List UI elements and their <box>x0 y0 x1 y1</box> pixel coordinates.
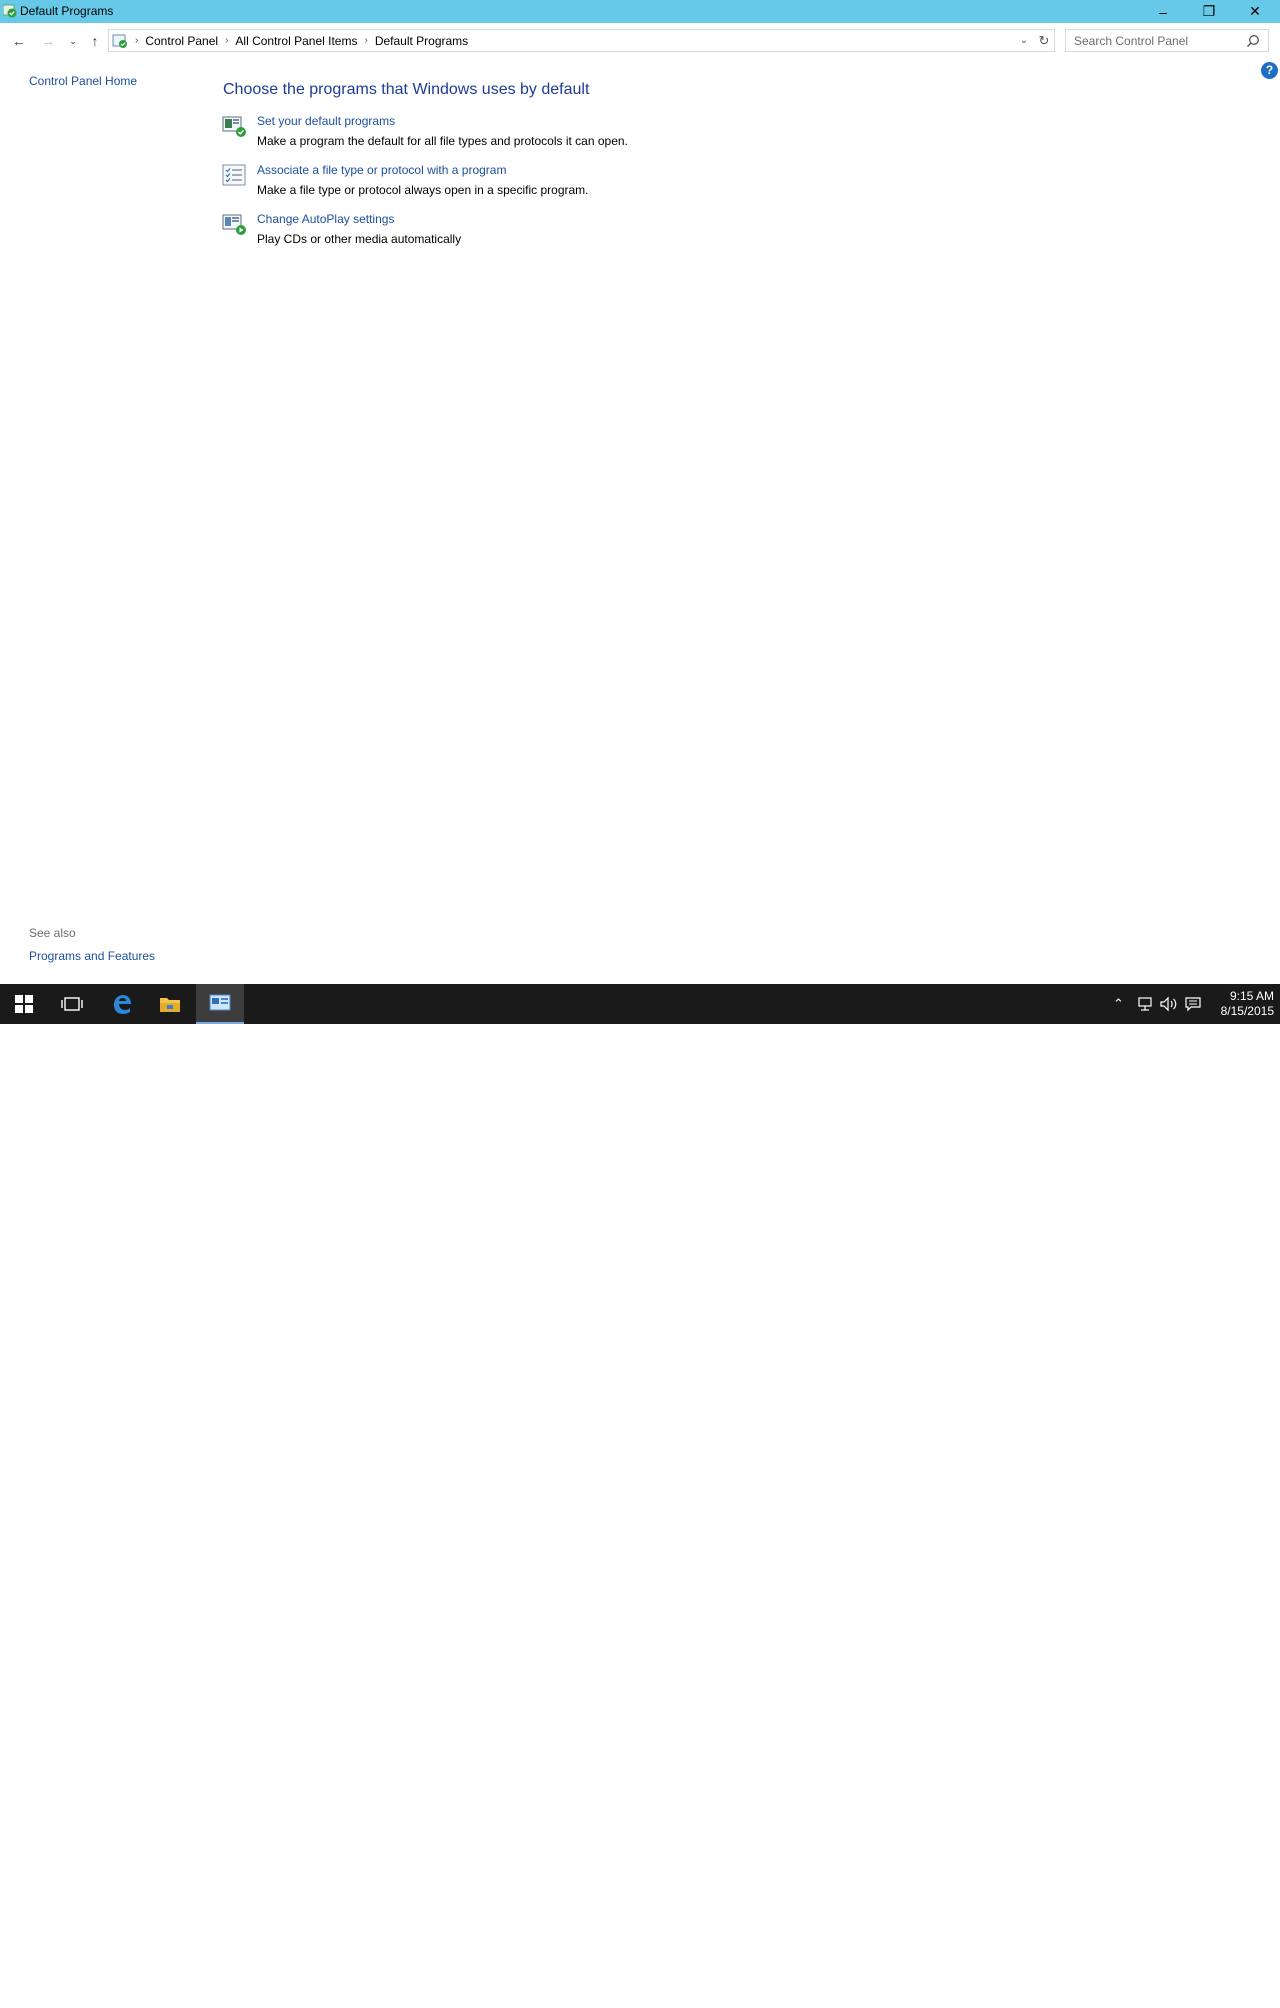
associate-file-type-description: Make a file type or protocol always open… <box>257 183 589 197</box>
change-autoplay-link[interactable]: Change AutoPlay settings <box>257 212 394 226</box>
back-button[interactable]: ← <box>9 31 29 51</box>
action-center-icon <box>1185 997 1201 1012</box>
breadcrumb-separator: › <box>364 35 368 46</box>
window-title: Default Programs <box>20 4 114 18</box>
start-button[interactable] <box>0 984 48 1024</box>
close-button[interactable]: ✕ <box>1232 0 1278 23</box>
search-input[interactable] <box>1074 30 1244 51</box>
breadcrumb-all-control-panel-items[interactable]: All Control Panel Items <box>235 34 357 48</box>
file-association-icon <box>222 164 246 186</box>
control-panel-taskbar-button[interactable] <box>196 984 244 1024</box>
volume-tray[interactable] <box>1160 984 1178 1024</box>
default-programs-app-icon <box>3 4 17 18</box>
restore-button[interactable]: ❐ <box>1186 0 1232 23</box>
watermark-text: The Collection Book <box>1090 1977 1252 1998</box>
help-icon[interactable]: ? <box>1261 62 1278 79</box>
up-button[interactable]: ↑ <box>85 31 105 51</box>
chevron-down-icon: ⌄ <box>69 35 77 46</box>
autoplay-icon <box>222 214 246 235</box>
start-icon <box>15 995 33 1013</box>
see-also-label: See also <box>29 926 76 940</box>
associate-file-type-link[interactable]: Associate a file type or protocol with a… <box>257 163 506 177</box>
task-view-icon <box>61 997 83 1011</box>
breadcrumb-separator: › <box>225 35 229 46</box>
edge-button[interactable] <box>98 984 146 1024</box>
task-view-button[interactable] <box>48 984 96 1024</box>
navigation-toolbar: ← → ⌄ ↑ › Control Panel › All Control Pa… <box>0 23 1280 58</box>
forward-button[interactable]: → <box>38 31 58 51</box>
control-panel-home-link[interactable]: Control Panel Home <box>29 74 137 88</box>
action-center-tray[interactable] <box>1185 984 1201 1024</box>
change-autoplay-description: Play CDs or other media automatically <box>257 232 462 246</box>
address-bar[interactable]: › Control Panel › All Control Panel Item… <box>108 29 1055 52</box>
clock-date: 8/15/2015 <box>1220 1004 1274 1018</box>
minimize-button[interactable]: – <box>1140 0 1186 23</box>
address-history-dropdown-icon[interactable]: ⌄ <box>1014 35 1034 46</box>
refresh-icon[interactable]: ↻ <box>1034 33 1054 49</box>
set-default-programs-description: Make a program the default for all file … <box>257 134 628 148</box>
taskbar: The Collection Book ⌃ 9:15 AM 8/15/2015 <box>0 984 1280 2007</box>
network-icon <box>1138 997 1152 1011</box>
recent-locations-button[interactable]: ⌄ <box>63 31 83 51</box>
file-explorer-icon <box>160 998 180 1012</box>
control-panel-location-icon <box>112 34 127 48</box>
volume-icon <box>1160 996 1177 1012</box>
page-title: Choose the programs that Windows uses by… <box>223 81 590 98</box>
show-hidden-icons-button[interactable]: ⌃ <box>1113 984 1124 1024</box>
network-tray[interactable] <box>1137 984 1153 1024</box>
edge-icon <box>114 995 131 1014</box>
chevron-up-icon: ⌃ <box>1113 996 1124 1011</box>
default-programs-icon <box>222 116 246 137</box>
close-icon: ✕ <box>1249 3 1261 19</box>
set-default-programs-link[interactable]: Set your default programs <box>257 114 395 128</box>
watermark: The Collection Book <box>1030 1968 1251 2008</box>
system-clock[interactable]: 9:15 AM 8/15/2015 <box>1208 989 1274 1019</box>
task-set-default-programs: Set your default programs Make a program… <box>222 114 822 154</box>
task-associate-file-type: Associate a file type or protocol with a… <box>222 163 822 203</box>
breadcrumb-default-programs[interactable]: Default Programs <box>375 34 468 48</box>
breadcrumb-separator: › <box>135 35 139 46</box>
search-box[interactable] <box>1065 29 1269 52</box>
search-icon[interactable] <box>1246 34 1260 48</box>
book-icon <box>1031 1977 1079 2007</box>
forward-arrow-icon: → <box>41 33 55 49</box>
restore-icon: ❐ <box>1202 3 1216 19</box>
task-change-autoplay: Change AutoPlay settings Play CDs or oth… <box>222 212 822 252</box>
minimize-icon: – <box>1159 3 1167 20</box>
clock-time: 9:15 AM <box>1229 989 1274 1003</box>
title-bar: Default Programs – ❐ ✕ <box>0 0 1280 23</box>
control-panel-icon <box>209 994 231 1011</box>
programs-and-features-link[interactable]: Programs and Features <box>29 949 155 963</box>
file-explorer-button[interactable] <box>146 984 194 1024</box>
up-arrow-icon: ↑ <box>91 33 99 49</box>
breadcrumb-control-panel[interactable]: Control Panel <box>145 34 218 48</box>
back-arrow-icon: ← <box>12 33 26 49</box>
